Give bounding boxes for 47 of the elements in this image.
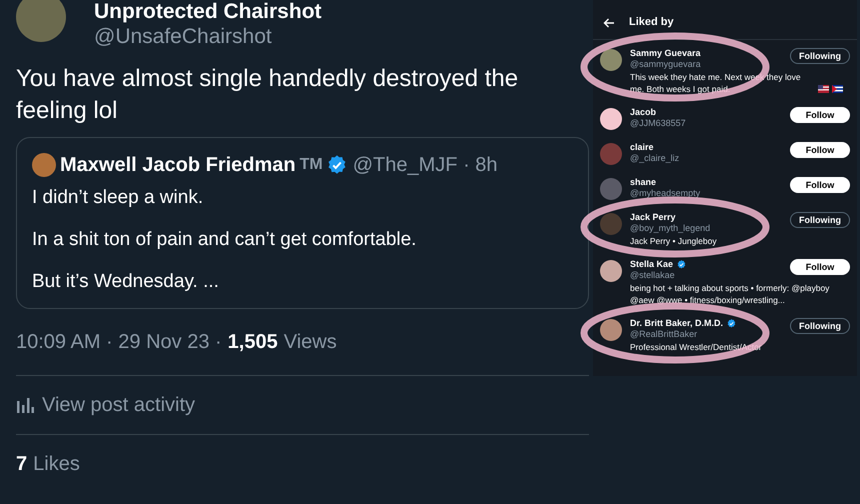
quoted-handle-time: @The_MJF · 8h bbox=[352, 153, 498, 178]
tweet-text: You have almost single handedly destroyed the feeling lol bbox=[16, 64, 520, 126]
user-handle: @boy_myth_legend bbox=[630, 223, 710, 234]
user-name[interactable]: Jacob bbox=[630, 107, 656, 118]
user-name[interactable]: shane bbox=[630, 177, 656, 188]
view-post-activity-link[interactable]: View post activity bbox=[42, 390, 196, 420]
user-handle: @sammyguevara bbox=[630, 59, 701, 70]
following-button[interactable]: Following bbox=[790, 212, 850, 228]
author-handle[interactable]: @UnsafeChairshot bbox=[94, 24, 322, 50]
quoted-tweet-card[interactable]: Maxwell Jacob Friedman TM @The_MJF · 8h I didn’t sleep a wink. In a shit ton of pain and can’t get comfortable. But it’s Wednesday. ... bbox=[16, 137, 589, 309]
quoted-paragraph: But it’s Wednesday. ... bbox=[32, 270, 220, 294]
follow-button[interactable]: Follow bbox=[790, 107, 850, 123]
avatar[interactable] bbox=[600, 49, 622, 71]
follow-button[interactable]: Follow bbox=[790, 177, 850, 193]
quoted-paragraph: I didn’t sleep a wink. bbox=[32, 186, 204, 210]
views-label: Views bbox=[284, 330, 337, 355]
views-count: 1,505 bbox=[228, 330, 278, 355]
flag-icon bbox=[832, 85, 843, 93]
post-timestamp: 10:09 AM · 29 Nov 23 · bbox=[16, 330, 222, 355]
author-name[interactable]: Unprotected Chairshot bbox=[94, 0, 322, 24]
user-name[interactable]: claire bbox=[630, 142, 654, 153]
bar-chart-icon bbox=[16, 397, 34, 413]
likes-count[interactable]: 7 bbox=[16, 449, 28, 479]
trademark-text: TM bbox=[300, 155, 323, 175]
user-handle: @RealBrittBaker bbox=[630, 329, 698, 340]
user-name[interactable]: Dr. Britt Baker, D.M.D. bbox=[630, 318, 724, 329]
user-handle: @_claire_liz bbox=[630, 153, 680, 164]
avatar[interactable] bbox=[600, 319, 622, 341]
likes-label[interactable]: Likes bbox=[33, 449, 80, 479]
user-bio: Jack Perry • Jungleboy bbox=[630, 235, 717, 247]
user-name[interactable]: Jack Perry bbox=[630, 212, 676, 223]
user-handle: @JJM638557 bbox=[630, 118, 686, 129]
user-handle: @myheadsempty bbox=[630, 188, 700, 199]
quoted-author-name[interactable]: Maxwell Jacob Friedman bbox=[60, 150, 296, 180]
user-name[interactable]: Sammy Guevara bbox=[630, 48, 701, 59]
quoted-paragraph: In a shit ton of pain and can’t get comfortable. bbox=[32, 228, 418, 252]
user-name[interactable]: Stella Kae bbox=[630, 259, 674, 270]
following-button[interactable]: Following bbox=[790, 48, 850, 64]
back-arrow-icon[interactable] bbox=[603, 18, 615, 28]
following-button[interactable]: Following bbox=[790, 318, 850, 334]
user-handle: @stellakae bbox=[630, 270, 676, 281]
user-bio: being hot + talking about sports • formerly: @playboy @aew @wwe • fitness/boxing/wrestling... bbox=[630, 282, 830, 306]
follow-button[interactable]: Follow bbox=[790, 142, 850, 158]
avatar[interactable] bbox=[600, 260, 622, 282]
page-title: Liked by bbox=[629, 15, 674, 30]
follow-button[interactable]: Follow bbox=[790, 259, 850, 275]
avatar[interactable] bbox=[600, 108, 622, 130]
